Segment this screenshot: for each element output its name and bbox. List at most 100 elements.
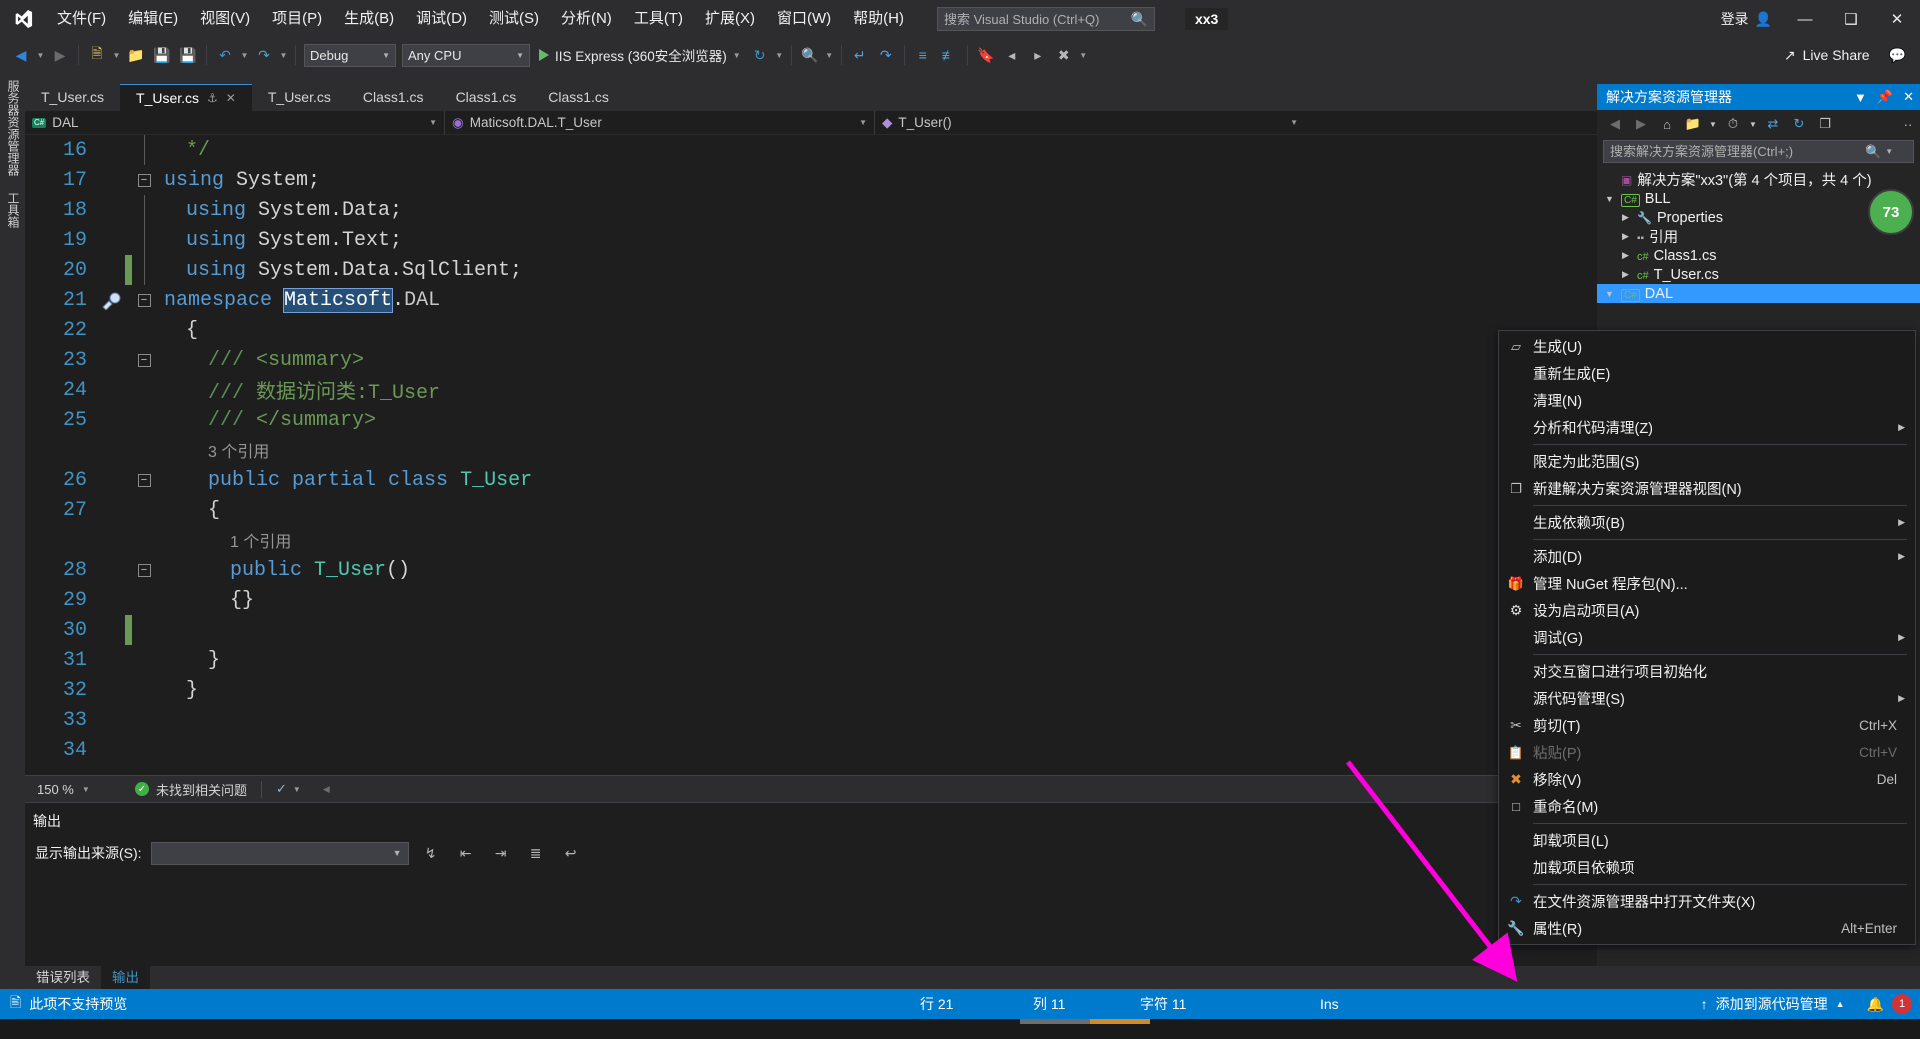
context-menu-item-1[interactable]: 重新生成(E) bbox=[1499, 360, 1915, 387]
editor-tab-2[interactable]: T_User.cs bbox=[252, 84, 347, 111]
code-line[interactable]: 23−/// <summary> bbox=[25, 345, 1597, 375]
redo-icon[interactable]: ↷ bbox=[251, 42, 277, 68]
panel-dropdown-icon[interactable]: ▼ bbox=[1854, 90, 1867, 105]
solution-search-input[interactable] bbox=[1610, 144, 1865, 159]
code-line[interactable]: 30 bbox=[25, 615, 1597, 645]
source-control-caret-icon[interactable]: ▲ bbox=[1836, 999, 1845, 1009]
live-share-button[interactable]: ↗ Live Share 💬 bbox=[1784, 47, 1920, 64]
solution-configuration-combo[interactable]: Debug ▼ bbox=[304, 43, 396, 67]
navigate-back-caret-icon[interactable]: ▼ bbox=[34, 42, 47, 68]
code-line[interactable]: 34 bbox=[25, 735, 1597, 765]
code-line[interactable]: 28− public T_User() bbox=[25, 555, 1597, 585]
notification-count-badge[interactable]: 1 bbox=[1892, 994, 1912, 1014]
indent-icon[interactable]: ≡ bbox=[910, 42, 936, 68]
dock-tab-0[interactable]: 错误列表 bbox=[25, 963, 101, 990]
context-menu-item-15[interactable]: ✖ 移除(V) Del bbox=[1499, 766, 1915, 793]
context-menu-item-17[interactable]: 卸载项目(L) bbox=[1499, 827, 1915, 854]
menu-window[interactable]: 窗口(W) bbox=[766, 0, 842, 38]
editor-tab-0[interactable]: T_User.cs bbox=[25, 84, 120, 111]
fold-collapse-icon[interactable]: − bbox=[132, 563, 156, 577]
menu-extensions[interactable]: 扩展(X) bbox=[694, 0, 766, 38]
find-message-icon[interactable]: ↯ bbox=[418, 841, 444, 865]
menu-tools[interactable]: 工具(T) bbox=[623, 0, 694, 38]
menu-file[interactable]: 文件(F) bbox=[46, 0, 117, 38]
navbar-member-combo[interactable]: ◆ T_User() ▼ bbox=[875, 111, 1305, 135]
code-line[interactable]: 3 个引用 bbox=[25, 435, 1597, 465]
browser-preview-caret-icon[interactable]: ▼ bbox=[823, 42, 836, 68]
back-icon[interactable]: ◀ bbox=[1603, 112, 1627, 136]
outdent-icon[interactable]: ≢ bbox=[936, 42, 962, 68]
chevron-right-icon[interactable]: ▶ bbox=[1619, 269, 1632, 280]
context-menu-item-18[interactable]: 加载项目依赖项 bbox=[1499, 854, 1915, 881]
code-line[interactable]: 29 {} bbox=[25, 585, 1597, 615]
refresh-icon[interactable]: ↻ bbox=[747, 42, 773, 68]
fold-collapse-icon[interactable]: − bbox=[132, 353, 156, 367]
search-options-caret-icon[interactable]: ▼ bbox=[1885, 147, 1893, 156]
menu-project[interactable]: 项目(P) bbox=[261, 0, 333, 38]
code-line[interactable]: 19 using System.Text; bbox=[25, 225, 1597, 255]
clear-bookmarks-icon[interactable]: ✖ bbox=[1051, 42, 1077, 68]
clear-all-icon[interactable]: ⇤ bbox=[453, 841, 479, 865]
code-cleanup-caret-icon[interactable]: ▼ bbox=[293, 785, 301, 794]
chevron-right-icon[interactable]: ▶ bbox=[1619, 212, 1632, 223]
bookmark-icon[interactable]: 🔖 bbox=[973, 42, 999, 68]
code-line[interactable]: 18 using System.Data; bbox=[25, 195, 1597, 225]
solution-explorer-search[interactable]: 🔍 ▼ bbox=[1603, 140, 1914, 163]
step-over-icon[interactable]: ↷ bbox=[873, 42, 899, 68]
menu-view[interactable]: 视图(V) bbox=[189, 0, 261, 38]
code-line[interactable]: 32} bbox=[25, 675, 1597, 705]
solution-tree-item[interactable]: ▶ c# T_User.cs bbox=[1597, 265, 1920, 284]
close-tab-icon[interactable]: ✕ bbox=[226, 85, 236, 112]
menu-debug[interactable]: 调试(D) bbox=[405, 0, 478, 38]
menu-analyze[interactable]: 分析(N) bbox=[550, 0, 623, 38]
vertical-tab-0[interactable]: 服务器资源管理器 bbox=[0, 72, 27, 184]
show-all-files-caret-icon[interactable]: ▼ bbox=[1707, 112, 1719, 136]
code-line[interactable]: 21 − namespace Maticsoft.DAL bbox=[25, 285, 1597, 315]
editor-tab-5[interactable]: Class1.cs bbox=[532, 84, 625, 111]
editor-tab-3[interactable]: Class1.cs bbox=[347, 84, 440, 111]
menu-test[interactable]: 测试(S) bbox=[478, 0, 550, 38]
pending-changes-icon[interactable]: ⏱ bbox=[1721, 112, 1745, 136]
chevron-right-icon[interactable]: ▶ bbox=[1619, 250, 1632, 261]
toolbar-overflow-icon[interactable]: ·· bbox=[1896, 112, 1920, 136]
context-menu-item-0[interactable]: ▱ 生成(U) bbox=[1499, 333, 1915, 360]
context-menu-item-13[interactable]: ✂ 剪切(T) Ctrl+X bbox=[1499, 712, 1915, 739]
context-menu-item-20[interactable]: 🔧 属性(R) Alt+Enter bbox=[1499, 915, 1915, 942]
toggle-wordwrap-icon[interactable]: ⇥ bbox=[488, 841, 514, 865]
fold-collapse-icon[interactable]: − bbox=[132, 173, 156, 187]
code-editor[interactable]: 16 */17− using System; 18 using System.Data;… bbox=[25, 135, 1597, 775]
home-icon[interactable]: ⌂ bbox=[1655, 112, 1679, 136]
wrap-text-icon[interactable]: ↩ bbox=[558, 841, 584, 865]
code-line[interactable]: 1 个引用 bbox=[25, 525, 1597, 555]
code-line[interactable]: 24 /// 数据访问类:T_User bbox=[25, 375, 1597, 406]
solution-tree-item[interactable]: ▶ ▪▪ 引用 bbox=[1597, 227, 1920, 246]
toolbar-overflow-icon[interactable]: ▼ bbox=[1077, 42, 1090, 68]
chevron-right-icon[interactable]: ▶ bbox=[1619, 231, 1632, 242]
context-menu-item-10[interactable]: 调试(G) ▶ bbox=[1499, 624, 1915, 651]
output-source-combo[interactable]: ▼ bbox=[150, 841, 409, 865]
context-menu-item-12[interactable]: 源代码管理(S) ▶ bbox=[1499, 685, 1915, 712]
context-menu-item-4[interactable]: 限定为此范围(S) bbox=[1499, 448, 1915, 475]
browser-preview-icon[interactable]: 🔍 bbox=[797, 42, 823, 68]
editor-tab-1[interactable]: T_User.cs ⚓ ✕ bbox=[120, 84, 252, 111]
new-project-icon[interactable]: 🗎 bbox=[84, 42, 110, 68]
editor-tab-4[interactable]: Class1.cs bbox=[440, 84, 533, 111]
code-line[interactable]: 26− public partial class T_User bbox=[25, 465, 1597, 495]
code-line[interactable]: 20 using System.Data.SqlClient; bbox=[25, 255, 1597, 285]
previous-bookmark-icon[interactable]: ◂ bbox=[999, 42, 1025, 68]
open-file-icon[interactable]: 📁 bbox=[123, 42, 149, 68]
code-line[interactable]: 33 bbox=[25, 705, 1597, 735]
feedback-icon[interactable]: 💬 bbox=[1889, 47, 1906, 64]
refresh-caret-icon[interactable]: ▼ bbox=[773, 42, 786, 68]
solution-tree-item[interactable]: ▶ c# Class1.cs bbox=[1597, 246, 1920, 265]
context-menu-item-19[interactable]: ↷ 在文件资源管理器中打开文件夹(X) bbox=[1499, 888, 1915, 915]
output-text-area[interactable] bbox=[25, 867, 1597, 967]
collapse-all-icon[interactable]: ❐ bbox=[1813, 112, 1837, 136]
sync-with-active-document-icon[interactable]: ⇄ bbox=[1761, 112, 1785, 136]
source-control-label[interactable]: 添加到源代码管理 bbox=[1716, 994, 1828, 1014]
navbar-project-combo[interactable]: C# DAL ▼ bbox=[25, 110, 445, 135]
save-all-icon[interactable]: 💾 bbox=[175, 42, 201, 68]
go-to-message-icon[interactable]: ≣ bbox=[523, 841, 549, 865]
code-cleanup-icon[interactable]: ✓ bbox=[276, 781, 287, 797]
redo-caret-icon[interactable]: ▼ bbox=[277, 42, 290, 68]
